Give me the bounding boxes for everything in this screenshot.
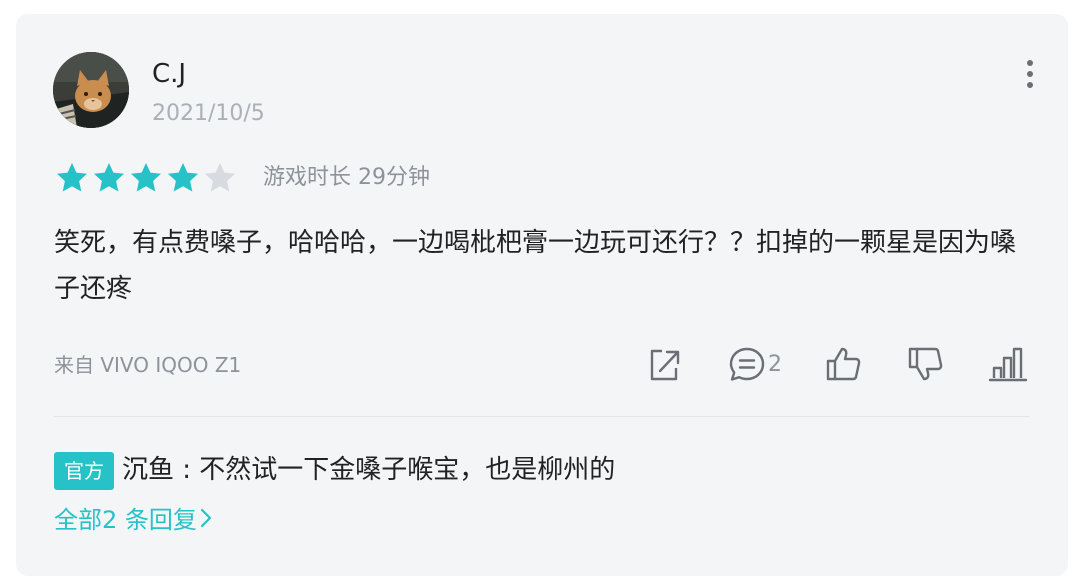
comment-icon[interactable] [728, 344, 766, 384]
star-filled-icon [94, 163, 124, 192]
star-filled-icon [57, 163, 87, 192]
review-content: 笑死，有点费嗓子，哈哈哈，一边喝枇杷膏一边玩可还行？？扣掉的一颗星是因为嗓子还疼 [54, 228, 1017, 304]
bar-chart-icon[interactable] [988, 344, 1028, 384]
device-label: 来自 VIVO IQOO Z1 [54, 353, 242, 377]
avatar[interactable] [53, 52, 129, 128]
chevron-right-icon [199, 501, 213, 541]
share-icon[interactable] [646, 344, 682, 384]
official-reply-text: 沉鱼 : 不然试一下金嗓子喉宝，也是柳州的 [122, 455, 616, 485]
star-rating [54, 160, 239, 196]
official-badge: 官方 [54, 452, 114, 490]
more-vertical-icon[interactable] [1020, 60, 1040, 88]
review-date: 2021/10/5 [152, 101, 265, 126]
playtime-label: 游戏时长 29分钟 [263, 165, 430, 190]
divider [54, 416, 1030, 417]
username[interactable]: C.J [152, 58, 186, 90]
thumbs-up-icon[interactable] [824, 344, 862, 384]
star-filled-icon [131, 163, 161, 192]
all-replies-label: 全部2 条回复 [54, 506, 197, 534]
comment-count[interactable]: 2 [768, 350, 782, 380]
thumbs-down-icon[interactable] [906, 344, 944, 384]
star-empty-icon [205, 163, 235, 192]
all-replies-link[interactable]: 全部2 条回复 [54, 500, 213, 541]
star-filled-icon [168, 163, 198, 192]
review-card: C.J 2021/10/5 游戏时长 29分钟 笑死，有点费嗓子，哈哈哈，一边喝… [16, 14, 1068, 576]
